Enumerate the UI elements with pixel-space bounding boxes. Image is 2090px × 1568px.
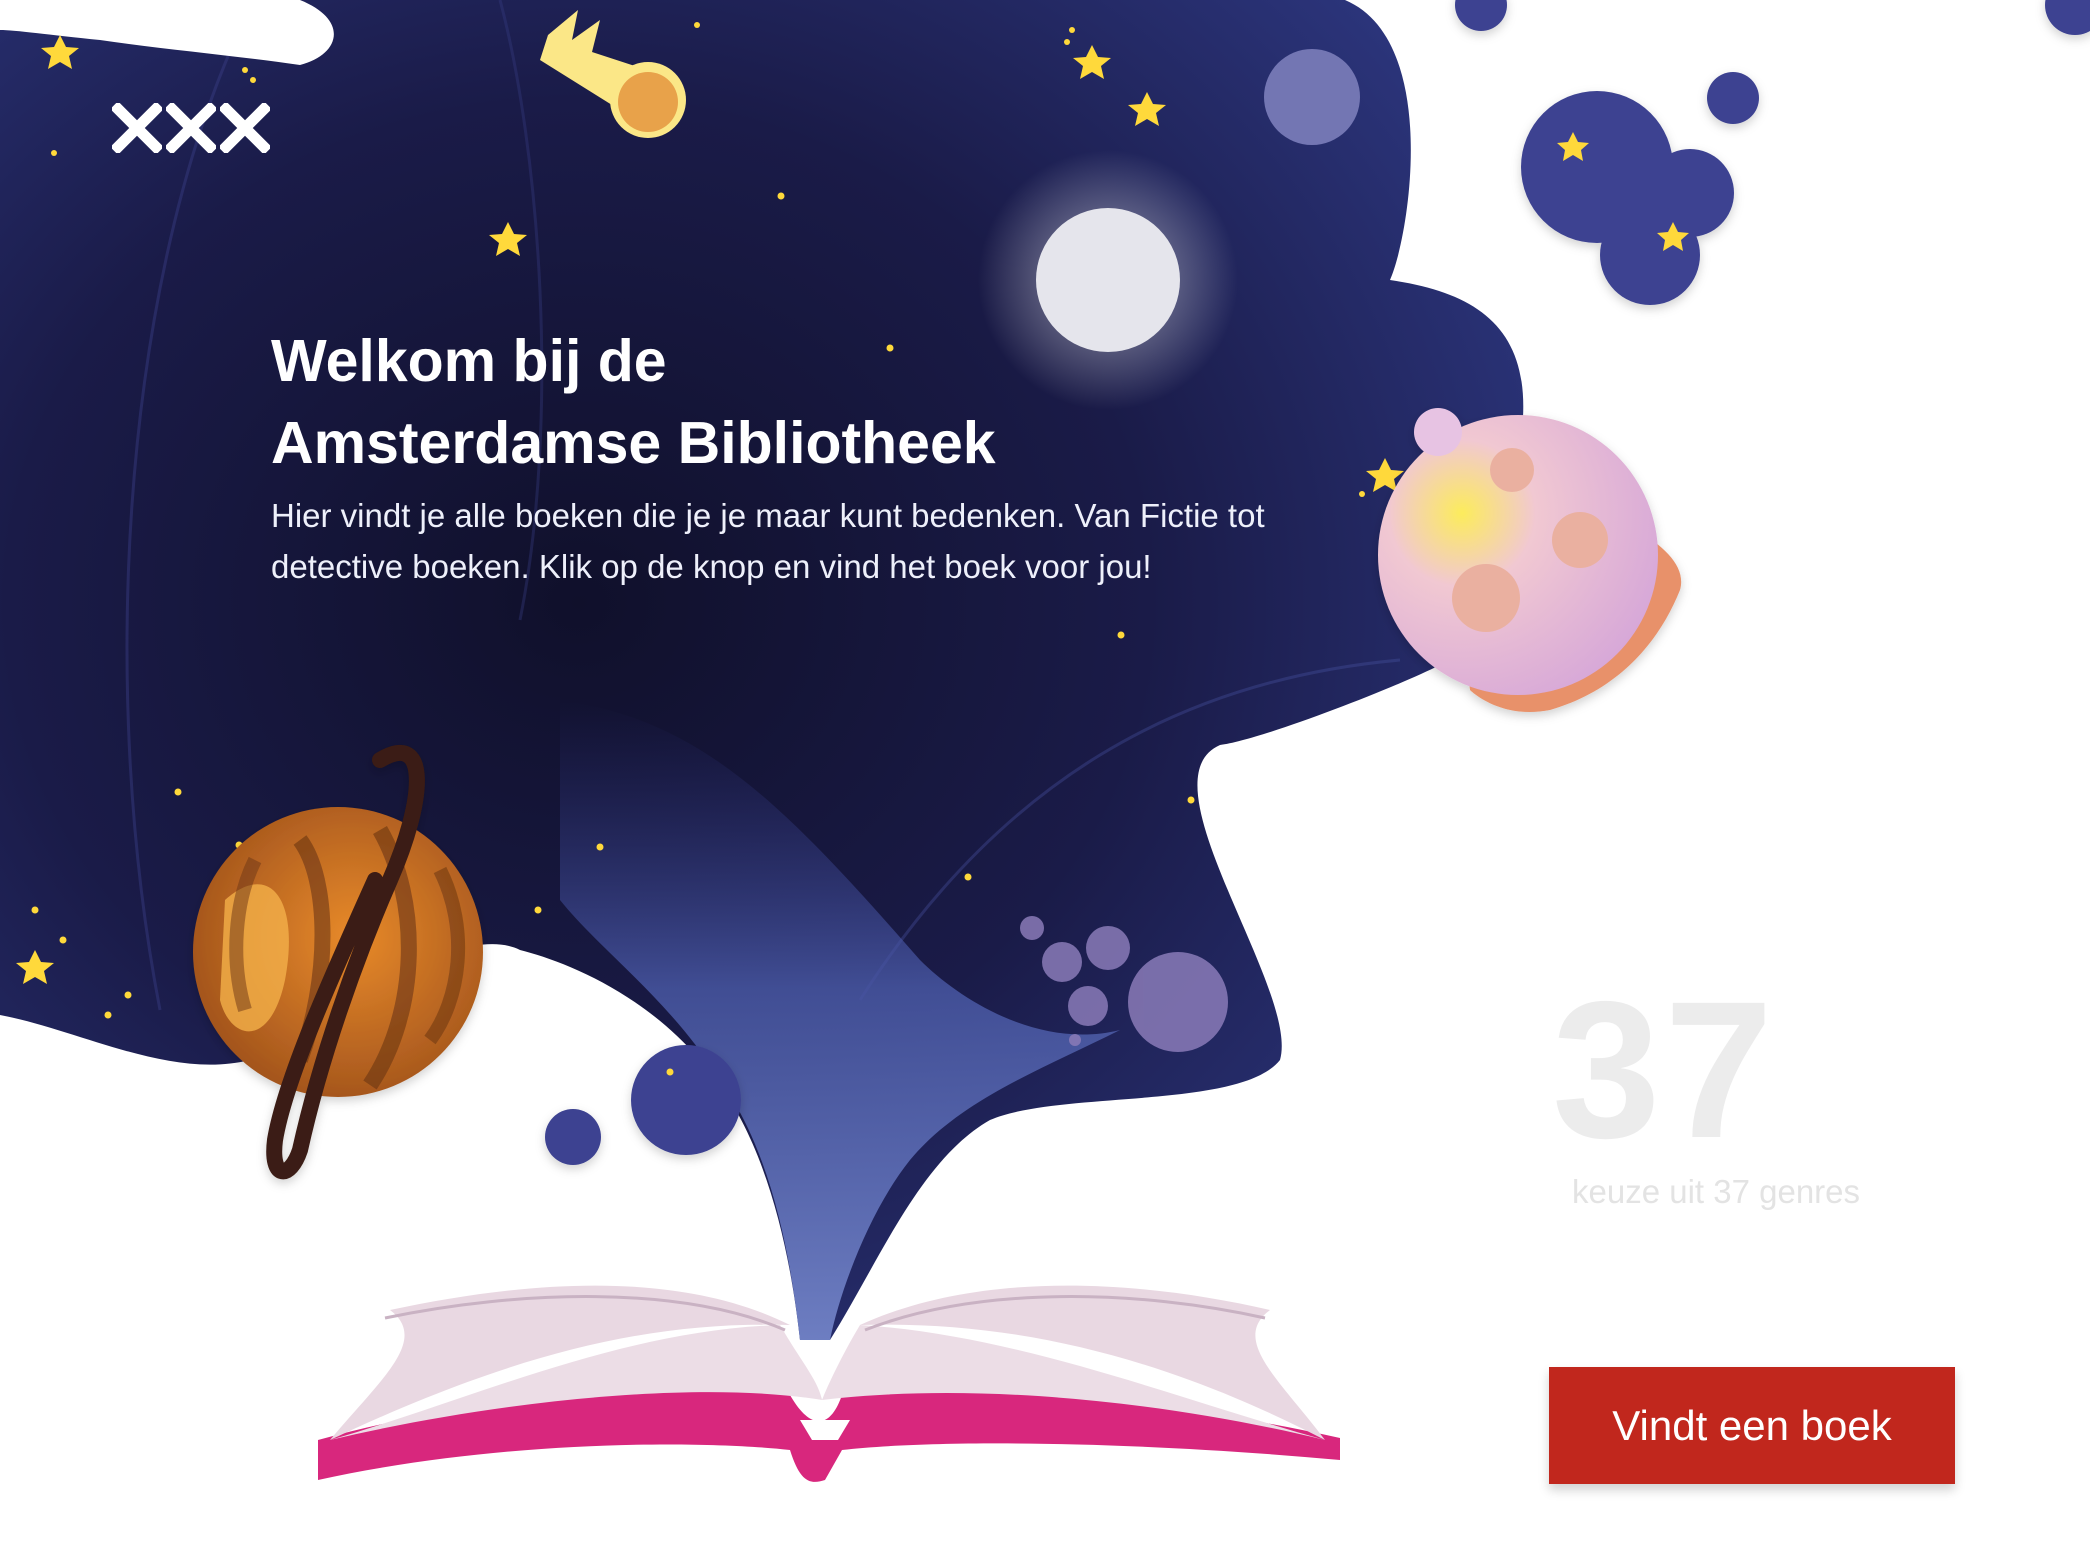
bubble-cluster [1455,0,2090,305]
genre-caption: keuze uit 37 genres [1572,1173,1861,1210]
x-mark-icon [112,103,162,153]
x-mark-icon [166,103,216,153]
title-line: Welkom bij de [271,328,667,394]
page-title: Welkom bij de Amsterdamse Bibliotheek [271,320,1271,484]
amsterdam-logo [112,100,272,156]
find-book-button[interactable]: Vindt een boek [1549,1367,1955,1484]
title-line: Amsterdamse Bibliotheek [271,410,996,476]
genre-count: 37 [1552,961,1777,1179]
bubble-cluster [545,1045,741,1165]
intro-text: Hier vindt je alle boeken die je je maar… [271,497,1265,585]
moon [1264,49,1360,145]
x-mark-icon [220,103,270,153]
space-illustration [0,0,2090,1482]
